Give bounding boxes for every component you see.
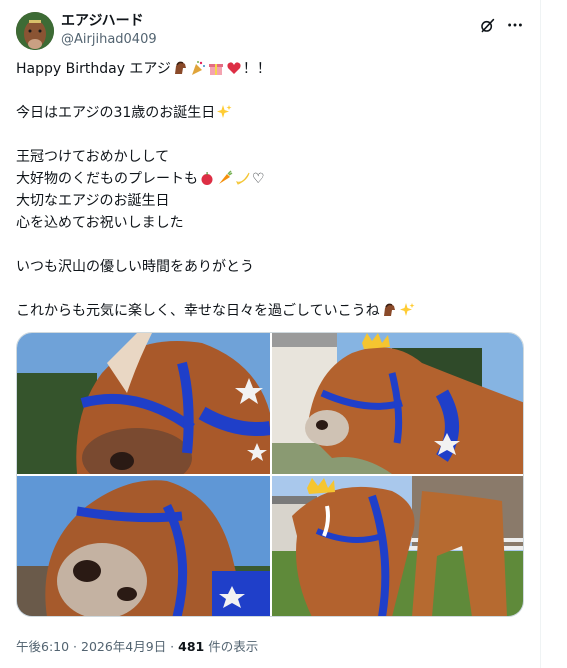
horse-emoji-icon xyxy=(172,60,188,76)
views-count: 481 xyxy=(178,639,205,654)
photo-horse-closeup-blue-halter[interactable] xyxy=(17,333,270,474)
tweet-body: Happy Birthday エアジ ！！ 今日はエアジの31歳のお誕生日 王冠つ… xyxy=(16,60,526,324)
tweet-line: 今日はエアジの31歳のお誕生日 xyxy=(16,104,526,126)
banana-emoji-icon xyxy=(235,170,251,186)
more-icon[interactable] xyxy=(504,14,526,36)
gift-emoji-icon xyxy=(208,60,224,76)
tweet-line: いつも沢山の優しい時間をありがとう xyxy=(16,259,254,275)
tweet-line-text: Happy Birthday エアジ xyxy=(16,61,171,77)
tweet-header: エアジハード @Airjihad0409 xyxy=(16,12,526,52)
tweet-line: 大切なエアジのお誕生日 xyxy=(16,193,170,209)
carrot-emoji-icon xyxy=(217,170,233,186)
tweet-line: Happy Birthday エアジ ！！ xyxy=(16,60,526,82)
views-label: 件の表示 xyxy=(204,639,259,654)
tweet-line-text: これからも元気に楽しく、幸せな日々を過ごしていこうね xyxy=(16,303,380,319)
tweet-timestamp[interactable]: 午後6:10 · 2026年4月9日 · xyxy=(16,639,178,654)
photo-horse-grazing[interactable] xyxy=(272,476,523,616)
sparkles-emoji-icon xyxy=(399,302,415,318)
user-handle[interactable]: @Airjihad0409 xyxy=(61,32,157,48)
tweet-line-text: 今日はエアジの31歳のお誕生日 xyxy=(16,105,216,121)
header-actions xyxy=(476,14,526,36)
tweet-line: これからも元気に楽しく、幸せな日々を過ごしていこうね xyxy=(16,302,526,324)
tweet-line: 心を込めてお祝いしました xyxy=(16,215,184,231)
tweet-line: 大好物のくだものプレートも ♡ xyxy=(16,170,526,192)
apple-emoji-icon xyxy=(199,170,215,186)
grok-icon[interactable] xyxy=(476,14,498,36)
tweet-card: エアジハード @Airjihad0409 Happy Birthday エアジ ！… xyxy=(0,0,541,668)
display-name[interactable]: エアジハード xyxy=(61,13,157,30)
tweet-line-text: 大好物のくだものプレートも xyxy=(16,171,198,187)
party-emoji-icon xyxy=(190,60,206,76)
tweet-line: 王冠つけておめかしして xyxy=(16,149,170,165)
user-info: エアジハード @Airjihad0409 xyxy=(61,13,157,47)
horse-emoji-icon xyxy=(381,302,397,318)
heart-emoji-icon xyxy=(226,60,242,76)
photo-horse-with-crown[interactable] xyxy=(272,333,523,474)
photo-gallery xyxy=(16,332,524,617)
tweet-line-suffix: ♡ xyxy=(252,171,265,187)
photo-horse-nose-closeup[interactable] xyxy=(17,476,270,616)
sparkles-emoji-icon xyxy=(216,104,232,120)
horse-avatar-icon[interactable] xyxy=(16,12,54,50)
tweet-line-suffix: ！！ xyxy=(242,61,271,77)
tweet-meta: 午後6:10 · 2026年4月9日 · 481 件の表示 xyxy=(16,636,258,655)
